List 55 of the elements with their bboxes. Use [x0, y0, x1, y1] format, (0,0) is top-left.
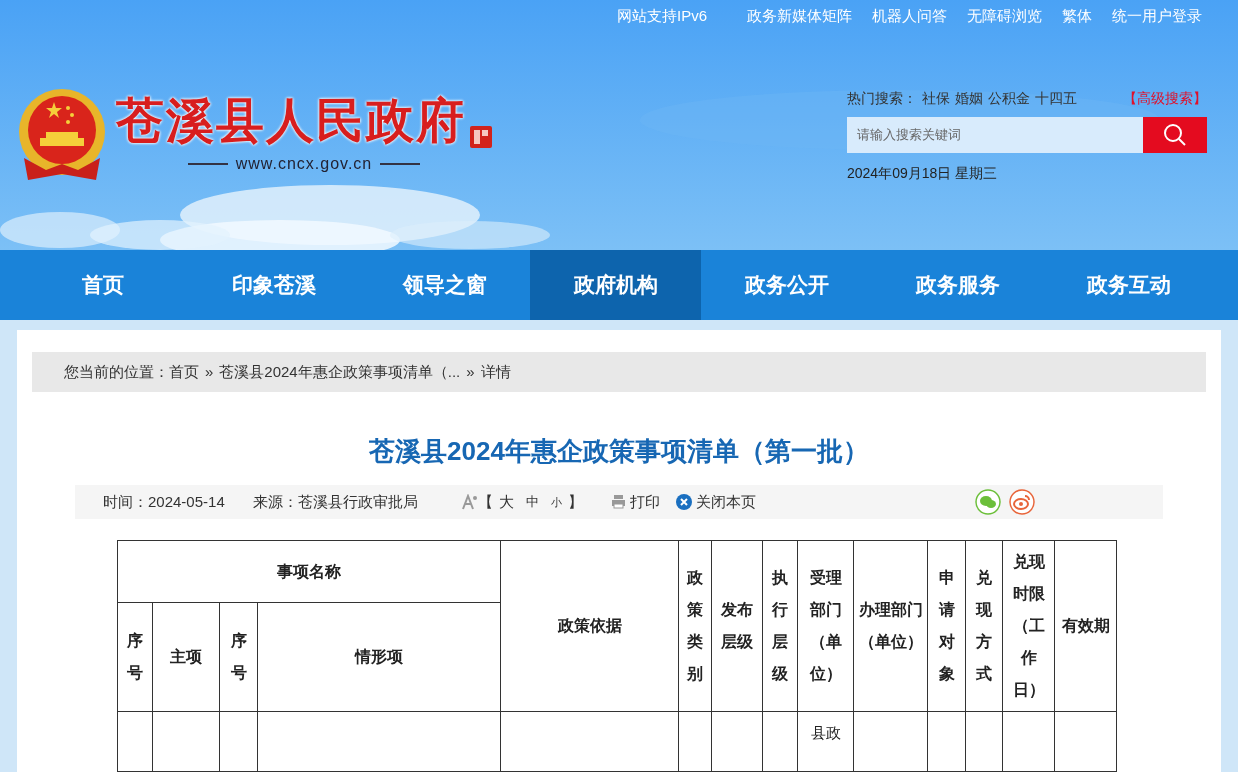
table-header: 政策依据 — [500, 540, 679, 712]
table-header: 主项 — [152, 602, 220, 712]
nav-tab[interactable]: 政府机构 — [530, 250, 701, 320]
breadcrumb-link[interactable]: 详情 — [480, 360, 511, 384]
table-header: 政策类别 — [678, 540, 712, 712]
table-header: 受理部门（单位） — [797, 540, 854, 712]
breadcrumb-separator: » — [205, 361, 214, 382]
close-page-button[interactable]: 关闭本页 — [675, 490, 756, 514]
font-size-icon — [461, 493, 478, 510]
current-date: 2024年09月18日 星期三 — [847, 163, 999, 183]
printer-icon — [610, 494, 626, 510]
breadcrumb-separator: » — [466, 361, 475, 382]
font-size-button[interactable]: 小 — [550, 493, 562, 511]
table-header: 申请对象 — [927, 540, 966, 712]
breadcrumb-label: 您当前的位置： — [64, 361, 169, 382]
nav-tab[interactable]: 首页 — [17, 250, 188, 320]
site-title: 苍溪县人民政府 — [116, 90, 466, 150]
wechat-share-icon[interactable] — [975, 488, 1001, 515]
table-header: 兑现时限（工作日） — [1002, 540, 1055, 712]
hot-search-link[interactable]: 公积金 — [988, 87, 1030, 109]
hot-search-link[interactable]: 社保 — [922, 87, 950, 109]
table-header: 事项名称 — [117, 540, 501, 603]
weibo-share-icon[interactable] — [1009, 488, 1035, 515]
table-header: 兑现方式 — [965, 540, 1003, 712]
print-button[interactable]: 打印 — [610, 490, 660, 514]
hot-search-link[interactable]: 婚姻 — [955, 87, 983, 109]
nav-tab[interactable]: 政务互动 — [1043, 250, 1214, 320]
search-icon — [1163, 122, 1187, 147]
nav-tab[interactable]: 领导之窗 — [359, 250, 530, 320]
table-header: 办理部门（单位） — [853, 540, 928, 712]
article-title: 苍溪县2024年惠企政策事项清单（第一批） — [368, 434, 870, 468]
table-header: 序号 — [219, 602, 258, 712]
article-source: 来源：苍溪县行政审批局 — [252, 491, 418, 512]
table-header: 执行层级 — [762, 540, 798, 712]
site-url: www.cncx.gov.cn — [235, 153, 373, 174]
search-field[interactable]: 请输入搜索关键词 — [847, 116, 1143, 153]
nav-tab[interactable]: 政务公开 — [701, 250, 872, 320]
hot-search-label: 热门搜索： — [847, 88, 917, 108]
publish-time: 时间：2024-05-14 — [103, 491, 225, 512]
table-header: 发布层级 — [711, 540, 763, 712]
table-header: 序号 — [117, 602, 153, 712]
table-header: 有效期 — [1054, 540, 1117, 712]
seal-icon — [470, 125, 492, 148]
font-size-button[interactable]: 中 — [525, 492, 539, 512]
font-size-button[interactable]: 大 — [498, 490, 514, 514]
close-icon — [675, 493, 692, 510]
table-cell: 县政 — [810, 724, 841, 741]
nav-tab[interactable]: 印象苍溪 — [188, 250, 359, 320]
bracket: 【 — [477, 491, 493, 512]
hot-search-link[interactable]: 十四五 — [1035, 87, 1077, 109]
nav-tab[interactable]: 政务服务 — [872, 250, 1043, 320]
breadcrumb-link[interactable]: 首页 — [169, 360, 199, 384]
search-button[interactable] — [1143, 116, 1207, 153]
bracket: 】 — [567, 491, 583, 512]
breadcrumb-link[interactable]: 苍溪县2024年惠企政策事项清单（... — [219, 360, 461, 384]
